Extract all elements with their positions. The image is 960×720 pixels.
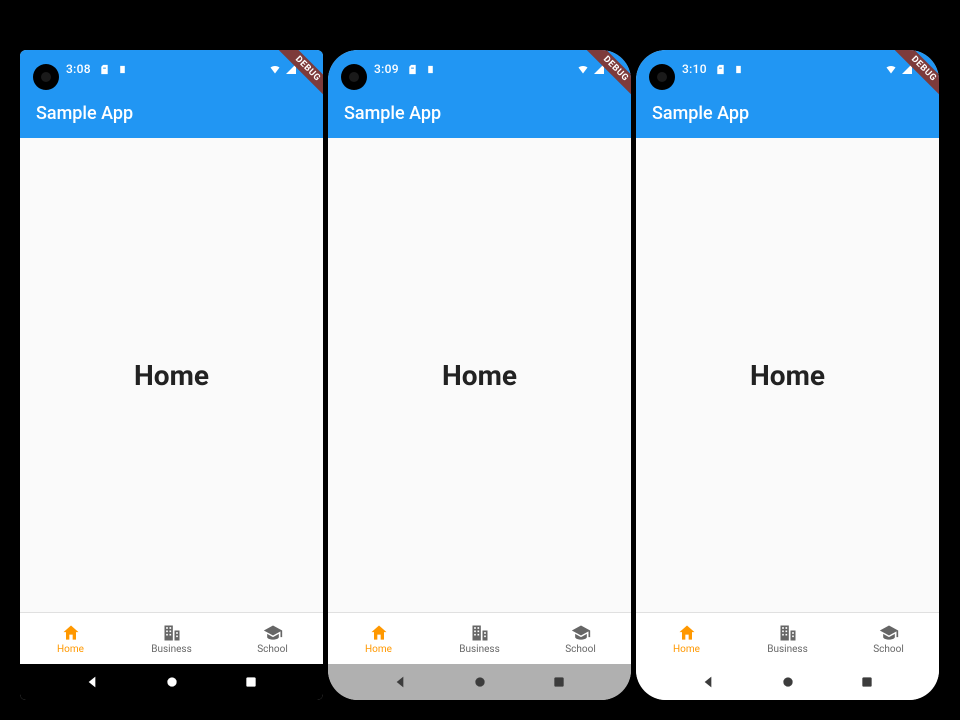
recents-button[interactable]: [551, 674, 567, 690]
recents-button[interactable]: [859, 674, 875, 690]
nav-item-home[interactable]: Home: [328, 613, 429, 664]
home-icon: [676, 622, 698, 644]
page-content: Home: [328, 138, 631, 612]
nav-item-home[interactable]: Home: [20, 613, 121, 664]
nav-item-home[interactable]: Home: [636, 613, 737, 664]
page-heading: Home: [134, 359, 209, 392]
app-bar: Sample App: [20, 88, 323, 138]
status-bar: 3:09: [328, 50, 631, 88]
home-icon: [60, 622, 82, 644]
bottom-nav: Home Business School: [328, 612, 631, 664]
home-button[interactable]: [164, 674, 180, 690]
phones-row: DEBUG 3:08: [20, 50, 939, 700]
school-icon: [570, 622, 592, 644]
app-title: Sample App: [344, 103, 441, 124]
phone-screenshot: DEBUG 3:08: [20, 50, 323, 700]
business-icon: [161, 622, 183, 644]
back-button[interactable]: [700, 674, 716, 690]
home-button[interactable]: [780, 674, 796, 690]
business-icon: [469, 622, 491, 644]
phone-screenshot: DEBUG 3:09 Sample App Home: [328, 50, 631, 700]
wifi-icon: [269, 63, 281, 75]
sim-icon: [99, 63, 111, 75]
school-icon: [262, 622, 284, 644]
page-content: Home: [636, 138, 939, 612]
device-icon: [117, 63, 129, 75]
nav-label: School: [873, 645, 904, 655]
device-icon: [733, 63, 745, 75]
home-icon: [368, 622, 390, 644]
system-nav-bar: [636, 664, 939, 700]
home-button[interactable]: [472, 674, 488, 690]
status-clock: 3:09: [374, 62, 399, 76]
back-button[interactable]: [392, 674, 408, 690]
business-icon: [777, 622, 799, 644]
nav-label: Home: [57, 645, 84, 655]
camera-punch-hole: [649, 64, 675, 90]
status-clock: 3:08: [66, 62, 91, 76]
nav-label: School: [257, 645, 288, 655]
status-bar: 3:10: [636, 50, 939, 88]
nav-item-business[interactable]: Business: [121, 613, 222, 664]
nav-label: School: [565, 645, 596, 655]
sim-icon: [715, 63, 727, 75]
page-heading: Home: [750, 359, 825, 392]
app-bar: Sample App: [328, 88, 631, 138]
nav-label: Business: [767, 645, 807, 655]
nav-item-business[interactable]: Business: [429, 613, 530, 664]
status-bar: 3:08: [20, 50, 323, 88]
system-nav-bar: [20, 664, 323, 700]
nav-label: Home: [365, 645, 392, 655]
nav-label: Home: [673, 645, 700, 655]
app-bar: Sample App: [636, 88, 939, 138]
camera-punch-hole: [341, 64, 367, 90]
school-icon: [878, 622, 900, 644]
sim-icon: [407, 63, 419, 75]
nav-item-business[interactable]: Business: [737, 613, 838, 664]
bottom-nav: Home Business School: [20, 612, 323, 664]
system-nav-bar: [328, 664, 631, 700]
back-button[interactable]: [84, 674, 100, 690]
app-title: Sample App: [652, 103, 749, 124]
recents-button[interactable]: [243, 674, 259, 690]
wifi-icon: [577, 63, 589, 75]
device-icon: [425, 63, 437, 75]
app-title: Sample App: [36, 103, 133, 124]
nav-item-school[interactable]: School: [222, 613, 323, 664]
bottom-nav: Home Business School: [636, 612, 939, 664]
page-content: Home: [20, 138, 323, 612]
status-clock: 3:10: [682, 62, 707, 76]
page-heading: Home: [442, 359, 517, 392]
nav-item-school[interactable]: School: [838, 613, 939, 664]
phone-screenshot: DEBUG 3:10 Sample App Home: [636, 50, 939, 700]
nav-item-school[interactable]: School: [530, 613, 631, 664]
camera-punch-hole: [33, 64, 59, 90]
wifi-icon: [885, 63, 897, 75]
nav-label: Business: [151, 645, 191, 655]
nav-label: Business: [459, 645, 499, 655]
